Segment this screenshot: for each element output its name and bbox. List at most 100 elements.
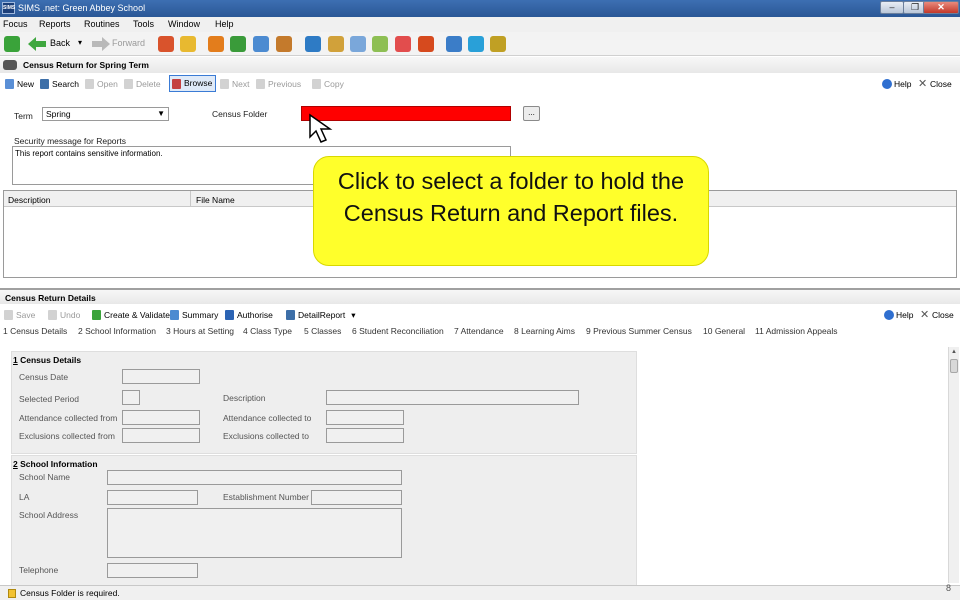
telephone-input[interactable] bbox=[107, 563, 198, 578]
tab-student-reconciliation[interactable]: 6 Student Reconciliation bbox=[352, 326, 444, 336]
security-message-text: This report contains sensitive informati… bbox=[15, 149, 163, 158]
assessment-icon[interactable] bbox=[372, 36, 388, 52]
description-input[interactable] bbox=[326, 390, 579, 405]
create-validate-button[interactable]: Create & Validate bbox=[92, 308, 170, 322]
details-help-label: Help bbox=[896, 310, 914, 320]
messages-icon[interactable] bbox=[253, 36, 269, 52]
tab-learning-aims[interactable]: 8 Learning Aims bbox=[514, 326, 575, 336]
tab-attendance[interactable]: 7 Attendance bbox=[454, 326, 504, 336]
contacts-icon[interactable] bbox=[276, 36, 292, 52]
new-button[interactable]: New bbox=[5, 77, 34, 91]
notes-icon[interactable] bbox=[350, 36, 366, 52]
forward-button[interactable]: Forward bbox=[112, 38, 145, 48]
close-button[interactable]: ✕ Close bbox=[918, 77, 952, 91]
tab-general[interactable]: 10 General bbox=[703, 326, 745, 336]
close-icon: ✕ bbox=[920, 309, 930, 321]
save-button[interactable]: Save bbox=[4, 308, 35, 322]
authorise-button[interactable]: Authorise bbox=[225, 308, 273, 322]
details-scrollbar[interactable]: ▲ bbox=[948, 347, 959, 583]
menu-tools[interactable]: Tools bbox=[133, 19, 154, 29]
selected-period-input[interactable] bbox=[122, 390, 140, 405]
copy-button[interactable]: Copy bbox=[312, 77, 344, 91]
next-icon bbox=[220, 79, 229, 89]
census-folder-browse-button[interactable]: ... bbox=[523, 106, 540, 121]
book-icon[interactable] bbox=[208, 36, 224, 52]
menu-focus[interactable]: Focus bbox=[3, 19, 28, 29]
staff-icon[interactable] bbox=[395, 36, 411, 52]
grid-column-divider bbox=[190, 191, 191, 207]
previous-button[interactable]: Previous bbox=[256, 77, 301, 91]
delete-button[interactable]: Delete bbox=[124, 77, 161, 91]
students-icon[interactable] bbox=[158, 36, 174, 52]
minimize-button[interactable]: – bbox=[880, 1, 904, 14]
browse-label: Browse bbox=[184, 78, 213, 88]
globe-icon[interactable] bbox=[468, 36, 484, 52]
tab-classes[interactable]: 5 Classes bbox=[304, 326, 341, 336]
chevron-down-icon: ▼ bbox=[157, 109, 165, 118]
term-select[interactable]: Spring ▼ bbox=[42, 107, 169, 121]
school-name-input[interactable] bbox=[107, 470, 402, 485]
open-label: Open bbox=[97, 79, 118, 89]
detail-report-button[interactable]: DetailReport ▾ bbox=[286, 308, 356, 322]
back-button[interactable]: Back bbox=[50, 38, 70, 48]
tab-admission-appeals[interactable]: 11 Admission Appeals bbox=[755, 326, 838, 336]
tab-census-details[interactable]: 1 Census Details bbox=[3, 326, 67, 336]
clock-icon[interactable] bbox=[418, 36, 434, 52]
flag-icon[interactable] bbox=[230, 36, 246, 52]
section1-title: Census Details bbox=[20, 355, 82, 365]
previous-icon bbox=[256, 79, 265, 89]
search-icon bbox=[40, 79, 49, 89]
details-close-button[interactable]: ✕ Close bbox=[920, 308, 954, 322]
attendance-to-input[interactable] bbox=[326, 410, 404, 425]
exclusions-to-input[interactable] bbox=[326, 428, 404, 443]
back-icon[interactable] bbox=[28, 37, 46, 51]
back-dropdown-icon[interactable]: ▾ bbox=[78, 38, 82, 47]
summary-button[interactable]: Summary bbox=[170, 308, 218, 322]
scroll-up-icon[interactable]: ▲ bbox=[950, 348, 958, 356]
census-date-label: Census Date bbox=[19, 372, 69, 382]
menu-routines[interactable]: Routines bbox=[84, 19, 120, 29]
undo-button[interactable]: Undo bbox=[48, 308, 80, 322]
open-icon bbox=[85, 79, 94, 89]
person-icon[interactable] bbox=[180, 36, 196, 52]
help-button[interactable]: Help bbox=[882, 77, 911, 91]
grid-header-file-name[interactable]: File Name bbox=[196, 195, 235, 205]
folder-icon[interactable] bbox=[446, 36, 462, 52]
copy-icon bbox=[312, 79, 321, 89]
tab-previous-summer-census[interactable]: 9 Previous Summer Census bbox=[586, 326, 692, 336]
attendance-from-input[interactable] bbox=[122, 410, 200, 425]
la-input[interactable] bbox=[107, 490, 198, 505]
instruction-callout: Click to select a folder to hold the Cen… bbox=[313, 156, 709, 266]
close-icon: ✕ bbox=[918, 78, 928, 90]
census-date-input[interactable] bbox=[122, 369, 200, 384]
school-address-input[interactable] bbox=[107, 508, 402, 558]
previous-label: Previous bbox=[268, 79, 302, 89]
forward-icon[interactable] bbox=[92, 37, 110, 51]
details-help-button[interactable]: Help bbox=[884, 308, 913, 322]
grid-header-description[interactable]: Description bbox=[8, 195, 51, 205]
window-close-button[interactable]: ✕ bbox=[923, 1, 959, 14]
establishment-number-input[interactable] bbox=[311, 490, 402, 505]
search-button[interactable]: Search bbox=[40, 77, 79, 91]
menu-reports[interactable]: Reports bbox=[39, 19, 71, 29]
tab-class-type[interactable]: 4 Class Type bbox=[243, 326, 292, 336]
exclusions-from-input[interactable] bbox=[122, 428, 200, 443]
home-icon[interactable] bbox=[4, 36, 20, 52]
menu-window[interactable]: Window bbox=[168, 19, 200, 29]
timetable-icon[interactable] bbox=[328, 36, 344, 52]
tab-school-information[interactable]: 2 School Information bbox=[78, 326, 156, 336]
chart-icon[interactable] bbox=[490, 36, 506, 52]
browse-button[interactable]: Browse bbox=[169, 75, 217, 92]
scroll-thumb[interactable] bbox=[950, 359, 958, 373]
section1-heading: 1 Census Details bbox=[13, 355, 81, 365]
next-button[interactable]: Next bbox=[220, 77, 249, 91]
menu-help[interactable]: Help bbox=[215, 19, 234, 29]
attendance-from-label: Attendance collected from bbox=[19, 413, 118, 423]
dropdown-arrow-icon[interactable]: ▾ bbox=[351, 310, 355, 320]
create-validate-label: Create & Validate bbox=[104, 310, 170, 320]
open-button[interactable]: Open bbox=[85, 77, 118, 91]
next-label: Next bbox=[232, 79, 250, 89]
details-toolbar: Save Undo Create & Validate Summary Auth… bbox=[0, 307, 960, 323]
reports-icon[interactable] bbox=[305, 36, 321, 52]
tab-hours-at-setting[interactable]: 3 Hours at Setting bbox=[166, 326, 234, 336]
